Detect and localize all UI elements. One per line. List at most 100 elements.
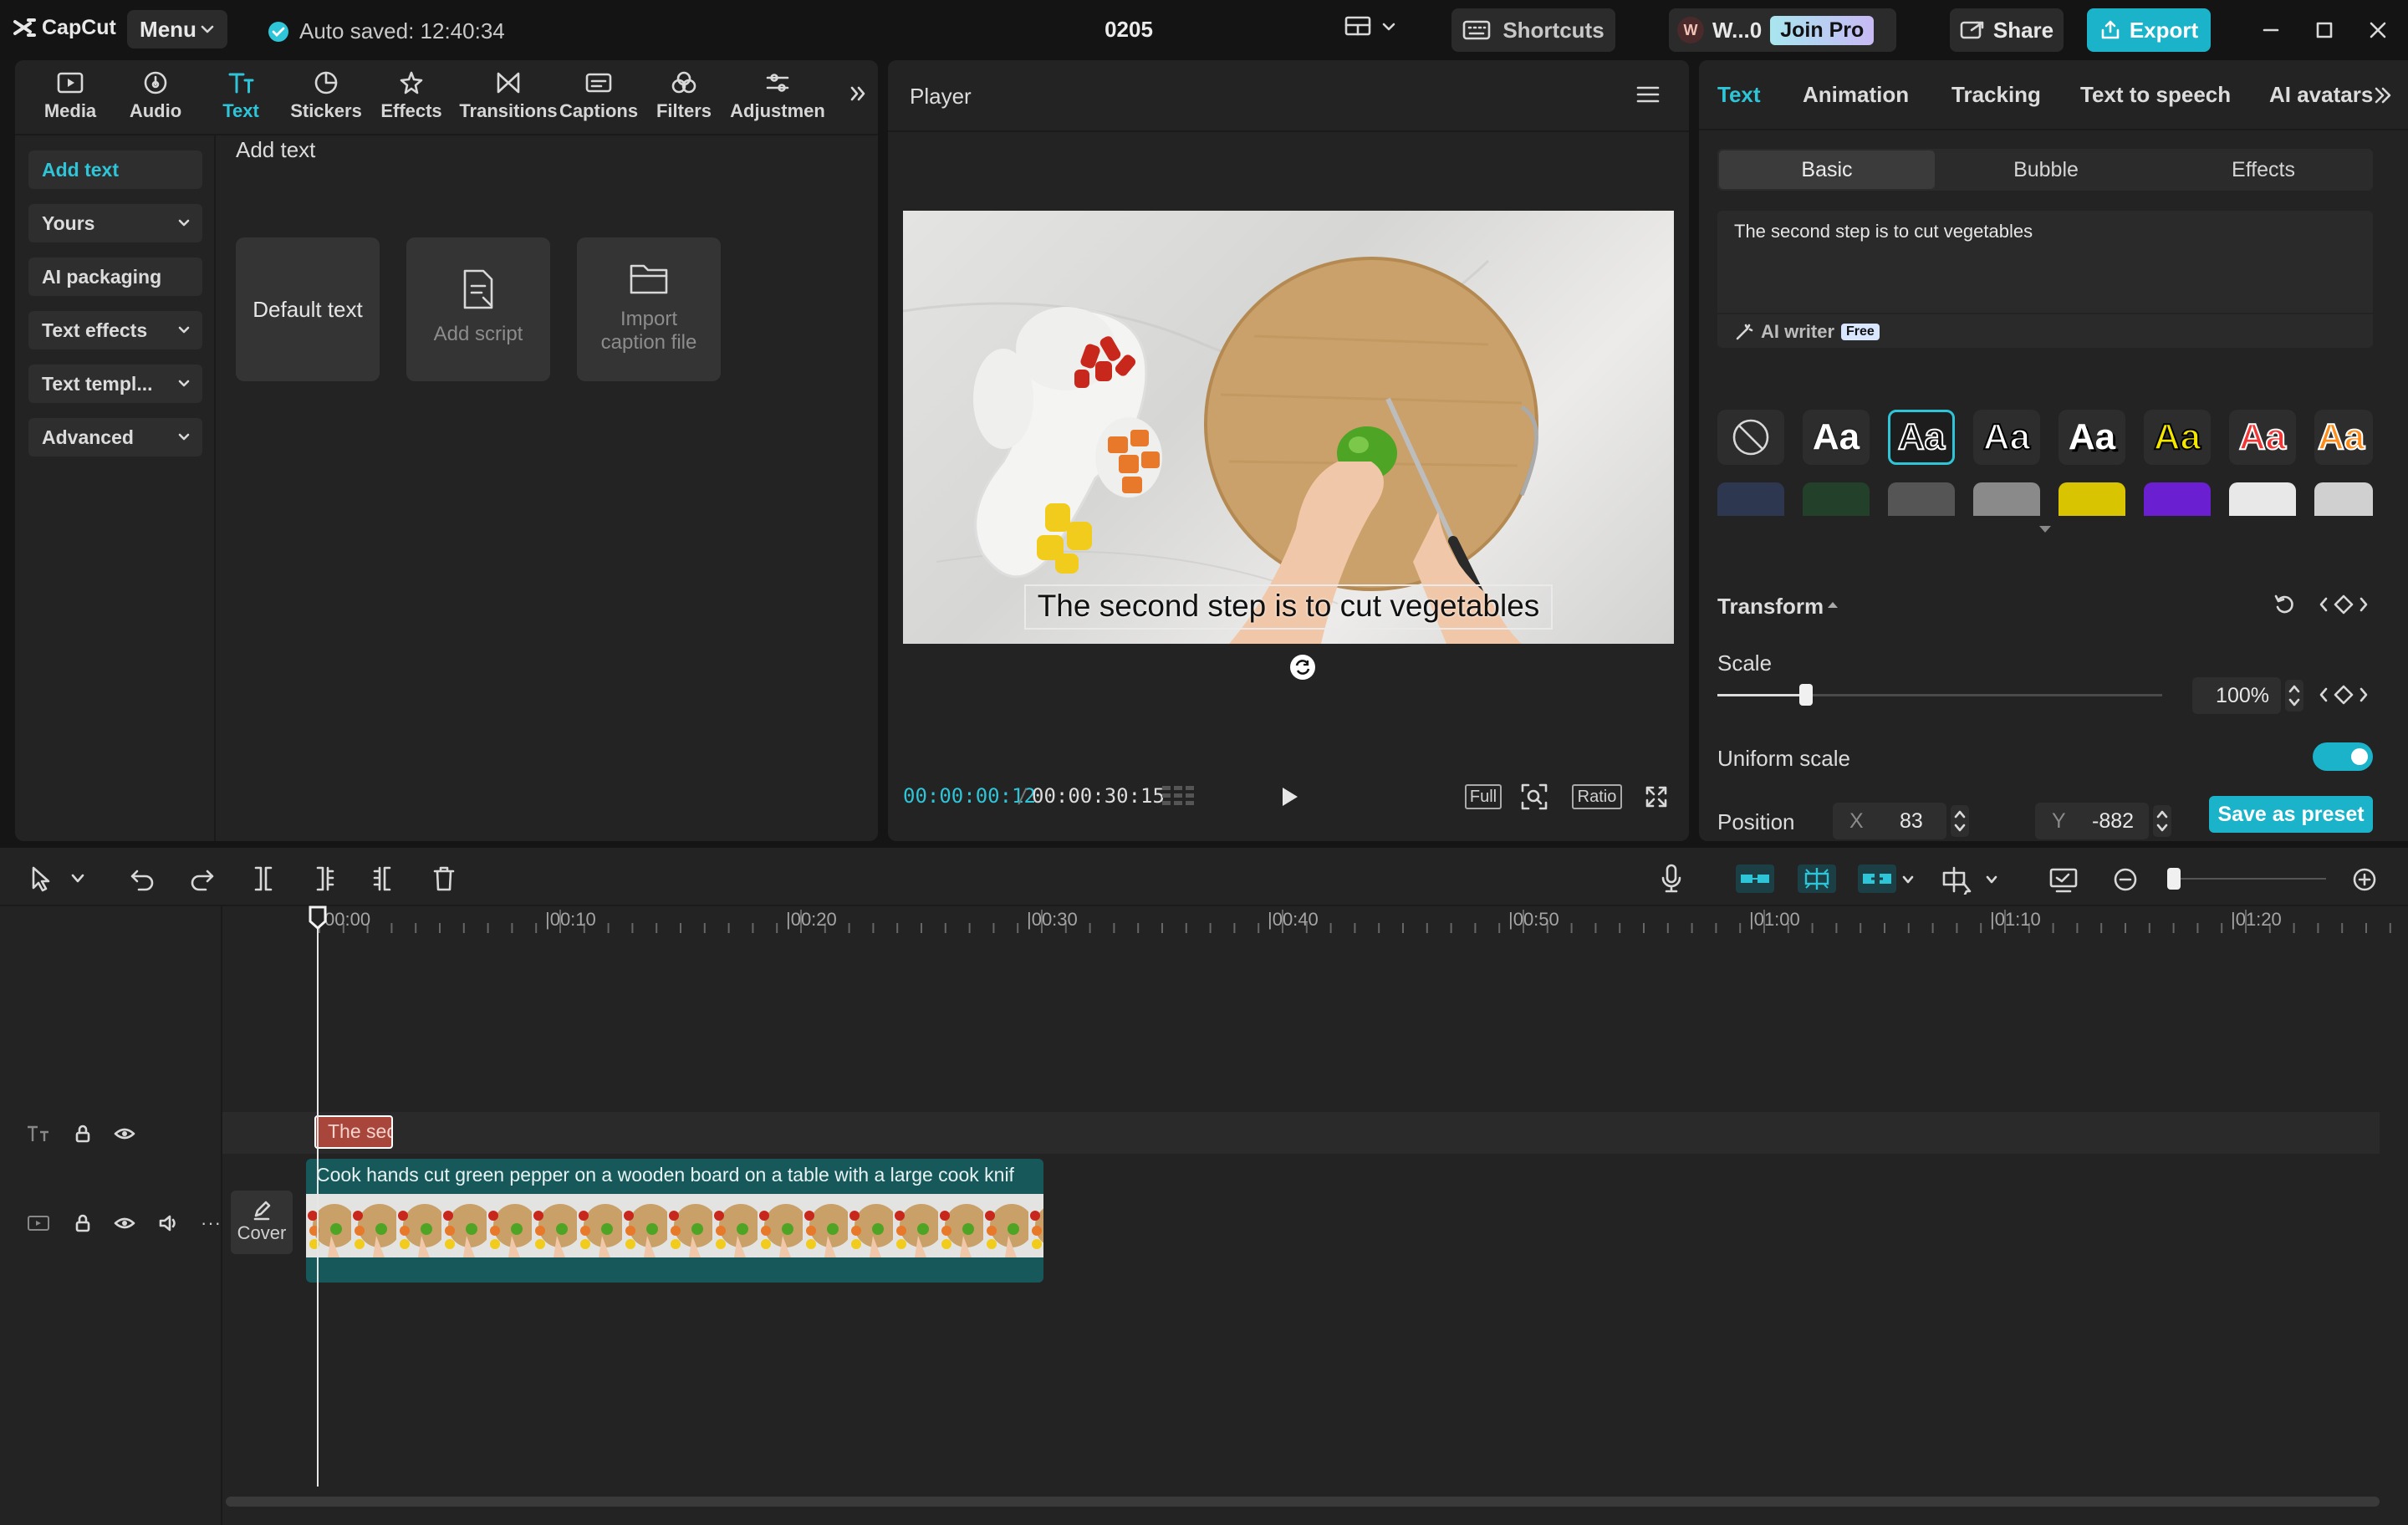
scale-stepper-icon[interactable]	[2284, 679, 2304, 712]
layout-button[interactable]	[1344, 15, 1396, 38]
menu-button[interactable]: Menu	[127, 10, 227, 48]
preset-outline-selected[interactable]: Aa	[1888, 410, 1955, 465]
preset-red[interactable]: Aa	[2229, 410, 2296, 465]
sidebar-item-yours[interactable]: Yours	[28, 204, 202, 242]
avatar[interactable]: W	[1677, 17, 1704, 43]
zoom-out-icon[interactable]	[2112, 866, 2139, 893]
preview-axis-icon[interactable]	[1941, 865, 1975, 895]
preset-row2-3[interactable]	[1888, 482, 1955, 516]
preset-row2-1[interactable]	[1717, 482, 1784, 516]
chevron-down-icon[interactable]	[70, 873, 85, 885]
tool-captions[interactable]: Captions	[557, 67, 640, 132]
caption-overlay[interactable]: The second step is to cut vegetables	[1024, 584, 1553, 630]
video-clip[interactable]: Cook hands cut green pepper on a wooden …	[306, 1159, 1043, 1283]
video-preview[interactable]: The second step is to cut vegetables	[903, 211, 1674, 644]
eye-icon[interactable]	[114, 1213, 135, 1233]
export-button[interactable]: Export	[2087, 8, 2211, 52]
select-cursor-icon[interactable]	[28, 865, 54, 893]
lock-icon[interactable]	[74, 1213, 92, 1233]
more-tools-icon[interactable]	[848, 84, 868, 104]
zoom-in-icon[interactable]	[2351, 866, 2378, 893]
uniform-scale-toggle[interactable]	[2313, 742, 2373, 771]
preset-yellow[interactable]: Aa	[2144, 410, 2211, 465]
rotate-handle-icon[interactable]	[1288, 652, 1318, 682]
eye-icon[interactable]	[114, 1124, 135, 1144]
subtab-effects[interactable]: Effects	[2159, 150, 2368, 189]
preset-row2-8[interactable]	[2314, 482, 2373, 516]
subtab-basic[interactable]: Basic	[1719, 150, 1935, 189]
linkage-icon[interactable]	[1858, 865, 1896, 893]
speaker-icon[interactable]	[157, 1213, 179, 1233]
position-y-field[interactable]: Y -882	[2035, 803, 2149, 839]
tool-effects[interactable]: Effects	[370, 67, 453, 132]
reset-icon[interactable]	[2273, 592, 2298, 617]
redo-icon[interactable]	[189, 866, 216, 891]
tool-audio[interactable]: Audio	[114, 67, 197, 132]
microphone-icon[interactable]	[1659, 863, 1684, 895]
delete-icon[interactable]	[431, 865, 457, 893]
scale-keyframe[interactable]	[2318, 684, 2370, 706]
tool-filters[interactable]: Filters	[642, 67, 726, 132]
tab-text-to-speech[interactable]: Text to speech	[2080, 82, 2231, 108]
add-script-card[interactable]: Add script	[406, 237, 550, 381]
chevron-down-icon[interactable]	[1901, 875, 1915, 885]
project-name[interactable]: 0205	[1087, 17, 1171, 43]
ratio-button[interactable]: Ratio	[1572, 784, 1622, 809]
ai-writer-button[interactable]: AI writer Free	[1734, 321, 1880, 343]
tool-stickers[interactable]: Stickers	[284, 67, 368, 132]
text-content-value[interactable]: The second step is to cut vegetables	[1717, 211, 2373, 252]
preset-row2-2[interactable]	[1803, 482, 1870, 516]
main-track-magnet-icon[interactable]	[1736, 865, 1774, 893]
tab-animation[interactable]: Animation	[1803, 82, 1909, 108]
account-area[interactable]: W W...0 Join Pro	[1669, 8, 1896, 52]
preset-row2-6[interactable]	[2144, 482, 2211, 516]
position-x-value[interactable]: 83	[1900, 809, 1923, 834]
play-icon[interactable]	[1278, 784, 1301, 809]
transform-label[interactable]: Transform	[1717, 594, 1824, 620]
subtab-bubble[interactable]: Bubble	[1941, 150, 2150, 189]
sidebar-item-add-text[interactable]: Add text	[28, 150, 202, 189]
zoom-slider-thumb[interactable]	[2167, 868, 2181, 890]
preset-black-outline[interactable]: Aa	[1973, 410, 2040, 465]
timecode-grid-icon[interactable]	[1161, 783, 1197, 809]
preset-row2-5[interactable]	[2059, 482, 2125, 516]
player-menu-icon[interactable]	[1635, 84, 1661, 105]
zoom-slider-track[interactable]	[2174, 878, 2326, 880]
fullscreen-icon[interactable]	[1644, 784, 1669, 809]
text-clip[interactable]: The sec	[314, 1115, 393, 1149]
playhead-line[interactable]	[317, 911, 319, 1487]
preset-none[interactable]	[1717, 410, 1784, 465]
preset-row2-4[interactable]	[1973, 482, 2040, 516]
tab-text[interactable]: Text	[1717, 82, 1761, 108]
cover-button[interactable]: Cover	[231, 1191, 293, 1254]
full-quality-button[interactable]: Full	[1465, 784, 1502, 809]
scale-input[interactable]: 100%	[2192, 677, 2281, 714]
tool-transitions[interactable]: Transitions	[458, 67, 559, 132]
chevron-down-icon[interactable]	[1985, 875, 1998, 885]
more-tabs-icon[interactable]	[2371, 85, 2395, 105]
sidebar-item-text-effects[interactable]: Text effects	[28, 311, 202, 349]
collapse-icon[interactable]	[1826, 599, 1839, 610]
preset-row2-7[interactable]	[2229, 482, 2296, 516]
delete-right-icon[interactable]	[371, 865, 396, 893]
auto-snap-icon[interactable]	[1798, 865, 1836, 893]
sidebar-item-advanced[interactable]: Advanced	[28, 418, 202, 456]
transform-keyframe[interactable]	[2318, 594, 2370, 615]
lock-icon[interactable]	[74, 1124, 92, 1144]
shortcuts-button[interactable]: Shortcuts	[1451, 8, 1615, 52]
position-x-stepper-icon[interactable]	[1950, 804, 1970, 838]
preset-orange[interactable]: Aa	[2314, 410, 2373, 465]
split-icon[interactable]	[251, 865, 276, 893]
sidebar-item-ai-packaging[interactable]: AI packaging	[28, 258, 202, 296]
maximize-icon[interactable]	[2314, 20, 2334, 40]
close-icon[interactable]	[2368, 20, 2388, 40]
tool-text[interactable]: Text	[199, 67, 283, 132]
thumbnail-view-icon[interactable]	[2048, 866, 2079, 893]
preset-white[interactable]: Aa	[1803, 410, 1870, 465]
more-options-icon[interactable]: ···	[201, 1212, 222, 1234]
timeline-scrollbar[interactable]	[226, 1497, 2380, 1507]
import-caption-card[interactable]: Import caption file	[577, 237, 721, 381]
share-button[interactable]: Share	[1950, 8, 2064, 52]
tab-ai-avatars[interactable]: AI avatars	[2269, 82, 2386, 108]
position-y-stepper-icon[interactable]	[2152, 804, 2172, 838]
